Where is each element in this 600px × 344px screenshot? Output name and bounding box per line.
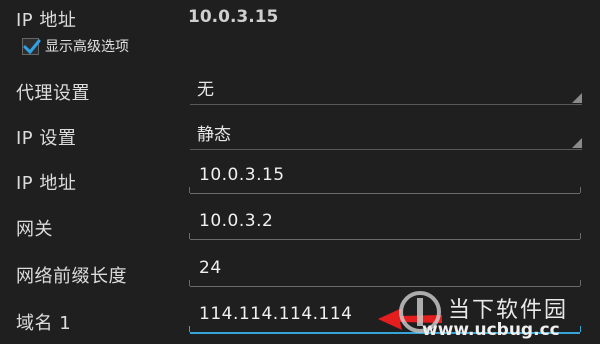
dns1-label: 域名 1 xyxy=(16,313,72,334)
gateway-value: 10.0.3.2 xyxy=(199,211,274,231)
ip-address-value: 10.0.3.15 xyxy=(199,165,285,185)
prefix-length-field[interactable]: 24 xyxy=(189,258,581,287)
watermark-url: www.ucbug.cc xyxy=(422,320,560,340)
ip-address-field[interactable]: 10.0.3.15 xyxy=(189,165,581,194)
ip-settings-value: 静态 xyxy=(197,125,231,145)
ip-settings-label: IP 设置 xyxy=(16,128,77,149)
prefix-length-label: 网络前缀长度 xyxy=(16,266,127,287)
gateway-label: 网关 xyxy=(16,219,53,240)
ip-settings-spinner[interactable]: 静态 xyxy=(190,123,582,150)
checkbox-box[interactable] xyxy=(22,37,41,55)
ip-address-label: IP 地址 xyxy=(16,173,77,194)
watermark: 当下软件园 www.ucbug.cc xyxy=(380,288,600,344)
proxy-settings-label: 代理设置 xyxy=(16,83,90,104)
proxy-settings-value: 无 xyxy=(197,80,214,100)
advanced-options-label: 显示高级选项 xyxy=(45,39,129,55)
prefix-length-value: 24 xyxy=(199,258,222,278)
checkmark-icon xyxy=(23,39,41,54)
proxy-settings-spinner[interactable]: 无 xyxy=(190,78,582,105)
advanced-options-checkbox[interactable]: 显示高级选项 xyxy=(22,36,129,56)
ip-address-summary-label: IP 地址 xyxy=(16,10,77,31)
spinner-triangle-icon xyxy=(572,138,582,148)
ip-address-summary-value: 10.0.3.15 xyxy=(188,7,279,27)
spinner-triangle-icon xyxy=(572,93,582,103)
dns1-value: 114.114.114.114 xyxy=(199,304,353,324)
gateway-field[interactable]: 10.0.3.2 xyxy=(189,211,581,240)
